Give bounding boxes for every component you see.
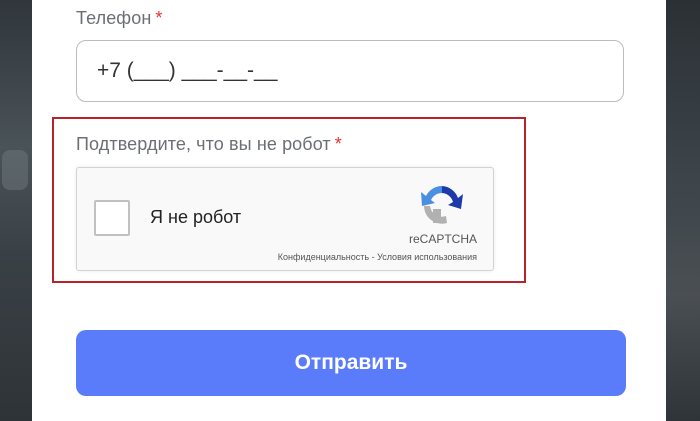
recaptcha-checkbox-label: Я не робот [150, 207, 242, 227]
background-decoration [2, 150, 28, 190]
recaptcha-checkbox[interactable] [94, 200, 130, 236]
phone-input[interactable] [76, 40, 624, 102]
phone-label-text: Телефон [76, 8, 152, 28]
captcha-label: Подтвердите, что вы не робот * [76, 134, 342, 155]
privacy-link[interactable]: Конфиденциальность [278, 252, 369, 262]
form-modal: Телефон* Подтвердите, что вы не робот* Я… [32, 0, 666, 421]
recaptcha-brand: reCAPTCHA [408, 232, 477, 246]
terms-link[interactable]: Условия использования [377, 252, 477, 262]
required-mark: * [334, 134, 342, 154]
recaptcha-widget: Я не робот reCAPTCHA Конфиденциальность … [76, 167, 494, 271]
recaptcha-links: Конфиденциальность - Условия использован… [278, 252, 477, 262]
links-separator: - [369, 252, 378, 262]
phone-label: Телефон * [76, 8, 162, 29]
required-mark: * [155, 8, 163, 28]
background-right [666, 0, 700, 421]
captcha-label-text: Подтвердите, что вы не робот [76, 134, 331, 154]
background-left [0, 0, 32, 421]
submit-button[interactable]: Отправить [76, 330, 626, 396]
recaptcha-logo-icon [421, 186, 463, 224]
